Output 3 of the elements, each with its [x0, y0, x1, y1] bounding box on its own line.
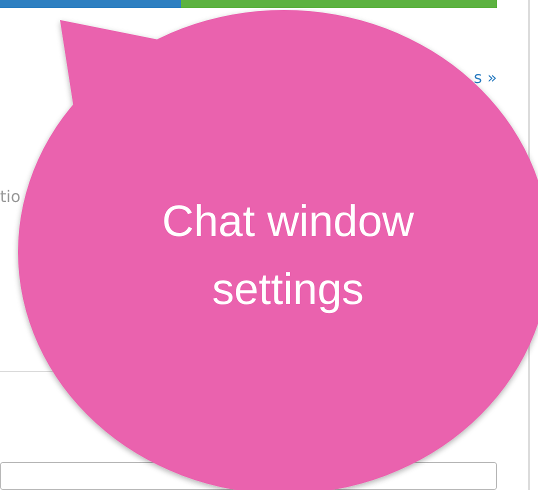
- description-text: tio: [0, 187, 21, 206]
- callout-text: Chat window settings: [161, 196, 415, 316]
- manage-chat-windows-link[interactable]: s »: [474, 68, 497, 87]
